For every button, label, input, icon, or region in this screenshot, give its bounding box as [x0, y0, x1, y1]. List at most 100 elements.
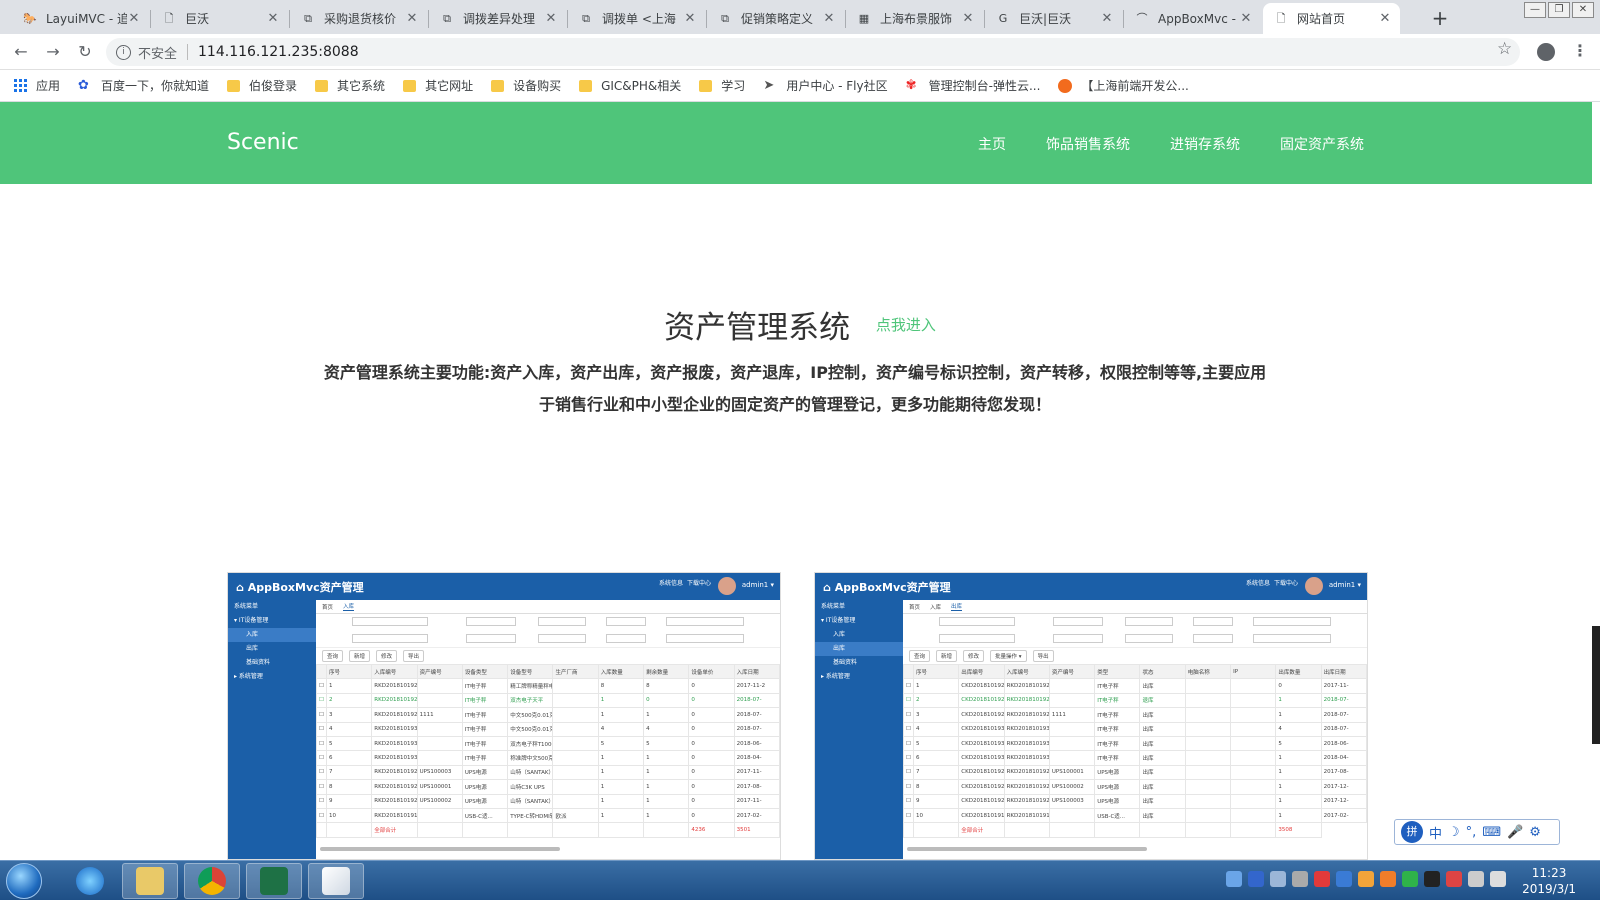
close-window-button[interactable]: ✕ — [1572, 2, 1594, 18]
ime-gear-icon[interactable]: ⚙ — [1529, 825, 1541, 840]
tab-close-icon[interactable]: ✕ — [1100, 11, 1114, 26]
browser-tab-3[interactable]: ⧉ 采购退货核价 ✕ — [290, 3, 427, 34]
browser-tab-6[interactable]: ⧉ 促销策略定义 ✕ — [707, 3, 844, 34]
table-cell: CKD201810193015 — [958, 721, 1005, 737]
tray-cloud-icon[interactable] — [1314, 871, 1330, 887]
tray-volume-icon[interactable] — [1490, 871, 1506, 887]
tab-close-icon[interactable]: ✕ — [683, 11, 697, 26]
bookmark-item[interactable]: ✿ 百度一下，你就知道 — [78, 77, 209, 94]
browser-tab-7[interactable]: ▦ 上海布景服饰 ✕ — [846, 3, 983, 34]
browser-tab-8[interactable]: G 巨沃|巨沃 ✕ — [985, 3, 1122, 34]
ime-punct-icon[interactable]: °, — [1466, 825, 1477, 840]
ime-mic-icon[interactable]: 🎤 — [1507, 825, 1523, 840]
tray-shield-icon[interactable] — [1336, 871, 1352, 887]
table-cell: RKD201810192571 — [1003, 793, 1050, 809]
tray-display-icon[interactable] — [1468, 871, 1484, 887]
minimize-button[interactable]: — — [1524, 2, 1546, 18]
baidu-paw-icon: ✿ — [78, 77, 89, 93]
info-icon[interactable]: i — [116, 44, 131, 60]
enter-link[interactable]: 点我进入 — [876, 316, 936, 334]
bookmark-star-icon[interactable]: ☆ — [1497, 39, 1512, 59]
shot-user: admin1 ▾ — [1328, 581, 1361, 589]
bookmark-item[interactable]: 学习 — [699, 77, 745, 94]
ime-chinese-toggle[interactable]: 中 — [1429, 823, 1442, 842]
page-icon: 🗋 — [1276, 12, 1286, 25]
tab-close-icon[interactable]: ✕ — [1378, 11, 1392, 26]
page-scrollbar-thumb[interactable] — [1592, 626, 1600, 744]
tray-orange-icon[interactable] — [1358, 871, 1374, 887]
ime-moon-icon[interactable]: ☽ — [1448, 825, 1460, 840]
abvs-logo-icon: ▦ — [858, 12, 870, 25]
table-total-row: 全部合计 4236 3501 — [316, 822, 780, 838]
bookmark-item[interactable]: 【上海前端开发公... — [1058, 77, 1189, 94]
browser-tab-9[interactable]: ⌒ AppBoxMvc - ✕ — [1124, 3, 1261, 34]
browser-tab-2[interactable]: 🗋 巨沃 ✕ — [151, 3, 288, 34]
nav-accessory-sales[interactable]: 饰品销售系统 — [1046, 134, 1130, 154]
browser-tab-5[interactable]: ⧉ 调拨单 <上海 ✕ — [568, 3, 705, 34]
ime-keyboard-icon[interactable]: ⌨ — [1482, 825, 1501, 840]
tab-close-icon[interactable]: ✕ — [1239, 11, 1253, 26]
browser-tab-10[interactable]: 🗋 网站首页 ✕ — [1263, 3, 1400, 34]
excel-icon[interactable] — [246, 863, 302, 899]
url-text[interactable]: 114.116.121.235:8088 — [198, 44, 359, 60]
reload-icon[interactable]: ↻ — [74, 41, 96, 63]
browser-tab-1[interactable]: 🐎 LayuiMVC - 追 ✕ — [12, 3, 149, 34]
brand-logo[interactable]: Scenic — [227, 130, 299, 155]
table-cell: 2017-08- — [1320, 764, 1367, 781]
taskbar-clock[interactable]: 11:23 2019/3/1 — [1522, 865, 1576, 897]
tray-wechat-icon[interactable] — [1402, 871, 1418, 887]
table-cell: 出库 — [1139, 721, 1186, 737]
bookmark-item[interactable]: 其它系统 — [315, 77, 385, 94]
browser-tab-4[interactable]: ⧉ 调拨差异处理 ✕ — [429, 3, 566, 34]
tray-flag-icon[interactable] — [1446, 871, 1462, 887]
table-cell: 6 — [912, 750, 960, 766]
bookmark-item[interactable]: 设备购买 — [491, 77, 561, 94]
forward-icon[interactable]: → — [42, 41, 64, 63]
table-cell: 2017-11- — [733, 793, 780, 809]
table-cell: RKD201810193045 — [371, 750, 418, 766]
bookmark-item[interactable]: 其它网址 — [403, 77, 473, 94]
table-cell: UPS电源 — [461, 793, 509, 809]
tray-sun-icon[interactable] — [1380, 871, 1396, 887]
table-cell: 0 — [688, 735, 735, 752]
back-icon[interactable]: ← — [10, 41, 32, 63]
new-tab-button[interactable]: + — [1428, 6, 1452, 30]
tray-help-icon[interactable] — [1248, 871, 1264, 887]
paint-icon[interactable] — [308, 863, 364, 899]
tray-qq-icon[interactable] — [1424, 871, 1440, 887]
nav-inventory[interactable]: 进销存系统 — [1170, 134, 1240, 154]
folder-icon — [579, 79, 593, 92]
bookmark-item[interactable]: 应用 — [14, 77, 60, 94]
bookmark-item[interactable]: 伯俊登录 — [227, 77, 297, 94]
table-header-cell: 类型 — [1094, 663, 1141, 680]
explorer-icon[interactable] — [122, 863, 178, 899]
bookmark-item[interactable]: ✾ 管理控制台-弹性云... — [906, 77, 1041, 94]
bookmark-item[interactable]: ➤ 用户中心 - Fly社区 — [763, 77, 887, 94]
shot-app-title: ⌂ AppBoxMvc资产管理 — [823, 581, 951, 594]
browser-menu-icon[interactable]: ⋮ — [1572, 41, 1588, 60]
ie-icon[interactable] — [62, 863, 118, 899]
account-icon[interactable] — [1537, 43, 1555, 61]
maximize-button[interactable]: ❐ — [1548, 2, 1570, 18]
omnibox[interactable]: i 不安全 114.116.121.235:8088 — [106, 38, 1520, 66]
bookmark-label: 应用 — [36, 79, 61, 93]
table-cell: 退库 — [1139, 692, 1186, 709]
table-cell: 4 — [912, 721, 960, 737]
start-button[interactable] — [6, 863, 42, 899]
ime-badge[interactable]: 拼 — [1401, 821, 1423, 843]
bookmark-item[interactable]: GIC&PH&相关 — [579, 77, 681, 94]
tab-close-icon[interactable]: ✕ — [961, 11, 975, 26]
tray-network-icon[interactable] — [1226, 871, 1242, 887]
tab-close-icon[interactable]: ✕ — [822, 11, 836, 26]
tab-close-icon[interactable]: ✕ — [266, 11, 280, 26]
nav-home[interactable]: 主页 — [978, 134, 1006, 154]
chrome-icon[interactable] — [184, 863, 240, 899]
tray-arrow-icon[interactable] — [1270, 871, 1286, 887]
tab-close-icon[interactable]: ✕ — [544, 11, 558, 26]
tab-close-icon[interactable]: ✕ — [405, 11, 419, 26]
nav-fixed-assets[interactable]: 固定资产系统 — [1280, 134, 1364, 154]
table-cell: 3 — [325, 707, 373, 723]
tab-close-icon[interactable]: ✕ — [127, 11, 141, 26]
tray-pin-icon[interactable] — [1292, 871, 1308, 887]
shot-side-item: ▾ IT设备管理 — [234, 617, 269, 624]
